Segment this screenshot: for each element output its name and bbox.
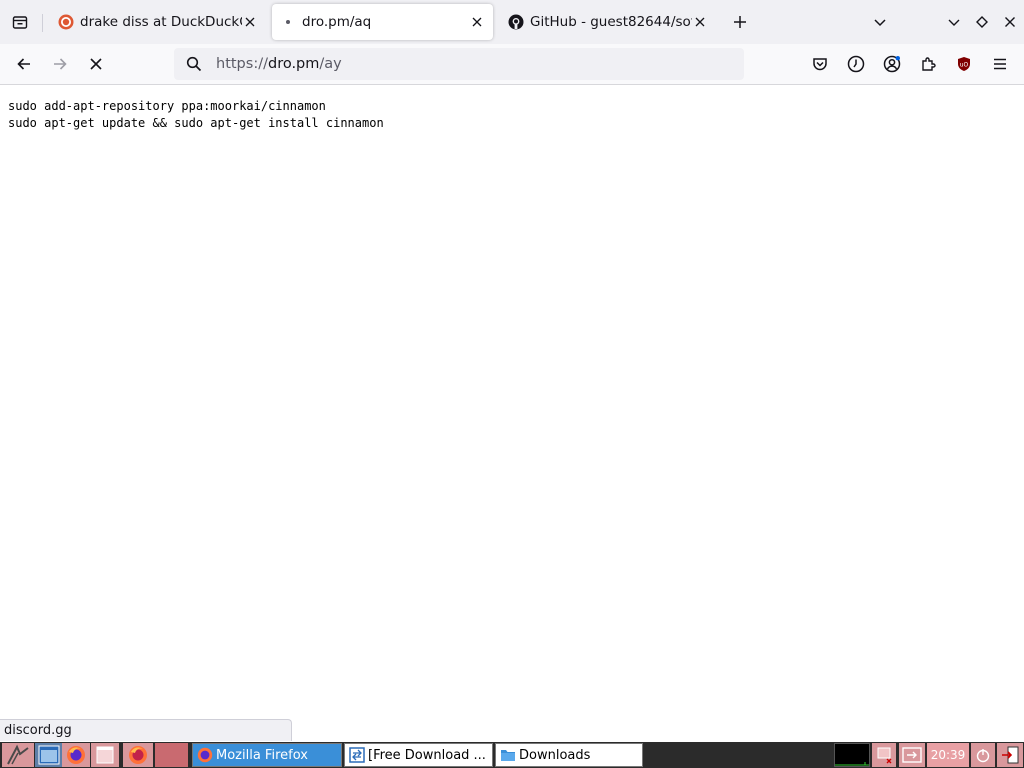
text-line: sudo add-apt-repository ppa:moorkai/cinn… — [8, 99, 326, 113]
account-button[interactable] — [878, 50, 906, 78]
display-switch-button[interactable] — [899, 743, 925, 767]
power-icon — [976, 749, 990, 763]
page-content: sudo add-apt-repository ppa:moorkai/cinn… — [0, 85, 1024, 742]
close-icon — [1005, 17, 1015, 27]
tab-github[interactable]: GitHub - guest82644/softw — [500, 4, 716, 40]
close-tab-icon[interactable] — [242, 14, 258, 30]
timer-extension-button[interactable] — [842, 50, 870, 78]
status-text: discord.gg — [4, 723, 72, 738]
start-menu-icon — [7, 744, 29, 765]
launcher-firefox[interactable] — [62, 743, 90, 767]
firefox-view-icon — [12, 16, 28, 29]
list-all-tabs-button[interactable] — [868, 10, 892, 34]
chevron-down-icon — [874, 19, 886, 27]
navigation-toolbar: https://dro.pm/ay uO — [0, 44, 1024, 85]
task-free-download[interactable]: [Free Download ... — [344, 743, 493, 767]
text-line: sudo apt-get update && sudo apt-get inst… — [8, 116, 384, 130]
plus-icon — [734, 16, 746, 28]
tab-strip: drake diss at DuckDuckGo dro.pm/aq GitHu… — [0, 0, 1024, 44]
firefox-icon — [197, 747, 213, 763]
launcher-file-manager[interactable] — [35, 743, 63, 767]
hamburger-menu-icon — [994, 58, 1006, 70]
close-window-button[interactable] — [998, 10, 1022, 34]
chevron-down-icon — [948, 19, 960, 26]
taskbar: Mozilla Firefox [Free Download ... Downl… — [0, 742, 1024, 768]
tab-dro-pm[interactable]: dro.pm/aq — [272, 4, 493, 40]
launcher-firefox-2[interactable] — [123, 743, 153, 767]
new-tab-button[interactable] — [728, 10, 752, 34]
launcher-blank[interactable] — [155, 743, 188, 767]
pocket-icon — [813, 58, 827, 71]
back-button[interactable] — [10, 50, 38, 78]
link-status-panel: discord.gg — [0, 719, 292, 741]
address-bar[interactable]: https://dro.pm/ay — [174, 48, 744, 80]
forward-button[interactable] — [46, 50, 74, 78]
tab-separator — [42, 14, 43, 32]
terminal-window-icon — [96, 746, 114, 764]
github-icon — [508, 14, 524, 30]
task-label: [Free Download ... — [368, 747, 486, 763]
url-prefix: https:// — [216, 56, 268, 72]
stop-button[interactable] — [82, 50, 110, 78]
clock-time: 20:39 — [930, 748, 966, 762]
maximize-button[interactable] — [970, 10, 994, 34]
tab-title: dro.pm/aq — [302, 14, 372, 30]
close-tab-icon[interactable] — [469, 14, 485, 30]
logout-button[interactable] — [997, 743, 1023, 767]
pocket-button[interactable] — [806, 50, 834, 78]
task-label: Mozilla Firefox — [216, 747, 308, 763]
power-tray-button[interactable] — [971, 743, 995, 767]
start-menu-button[interactable] — [2, 743, 34, 767]
launcher-terminal[interactable] — [91, 743, 119, 767]
network-status-button[interactable] — [872, 743, 896, 767]
close-tab-icon[interactable] — [692, 14, 708, 30]
app-menu-button[interactable] — [986, 50, 1014, 78]
firefox-view-button[interactable] — [8, 10, 32, 34]
duckduckgo-icon — [58, 14, 74, 30]
download-app-icon — [349, 747, 365, 763]
tab-duckduckgo[interactable]: drake diss at DuckDuckGo — [50, 4, 266, 40]
cpu-graph-icon — [835, 762, 869, 766]
tab-title: drake diss at DuckDuckGo — [80, 14, 242, 30]
account-icon — [883, 55, 901, 73]
arrow-left-icon — [17, 58, 30, 70]
search-icon — [186, 56, 202, 72]
tab-title: GitHub - guest82644/softw — [530, 14, 692, 30]
task-firefox[interactable]: Mozilla Firefox — [192, 743, 342, 767]
task-label: Downloads — [519, 747, 591, 763]
clock[interactable]: 20:39 — [927, 743, 969, 767]
loading-dot-icon — [280, 14, 296, 30]
firefox-icon — [67, 746, 85, 764]
ublock-origin-button[interactable]: uO — [950, 50, 978, 78]
cpu-monitor-graph[interactable] — [834, 743, 870, 767]
minimize-button[interactable] — [942, 10, 966, 34]
display-switch-icon — [902, 747, 922, 763]
ublock-shield-icon: uO — [958, 57, 970, 71]
task-downloads[interactable]: Downloads — [495, 743, 643, 767]
diamond-icon — [976, 16, 988, 28]
logout-icon — [1002, 746, 1019, 764]
close-icon — [90, 58, 102, 70]
page-text: sudo add-apt-repository ppa:moorkai/cinn… — [8, 98, 384, 132]
extensions-button[interactable] — [914, 50, 942, 78]
url-text: https://dro.pm/ay — [216, 56, 342, 72]
url-path: /ay — [319, 56, 342, 72]
window-icon — [38, 745, 60, 765]
firefox-icon — [129, 746, 147, 764]
network-disconnected-icon — [877, 747, 892, 764]
folder-icon — [500, 747, 516, 763]
arrow-right-icon — [54, 58, 67, 70]
clock-icon — [847, 55, 865, 73]
url-host: dro.pm — [267, 56, 320, 72]
puzzle-icon — [922, 57, 936, 71]
svg-text:uO: uO — [960, 62, 969, 69]
